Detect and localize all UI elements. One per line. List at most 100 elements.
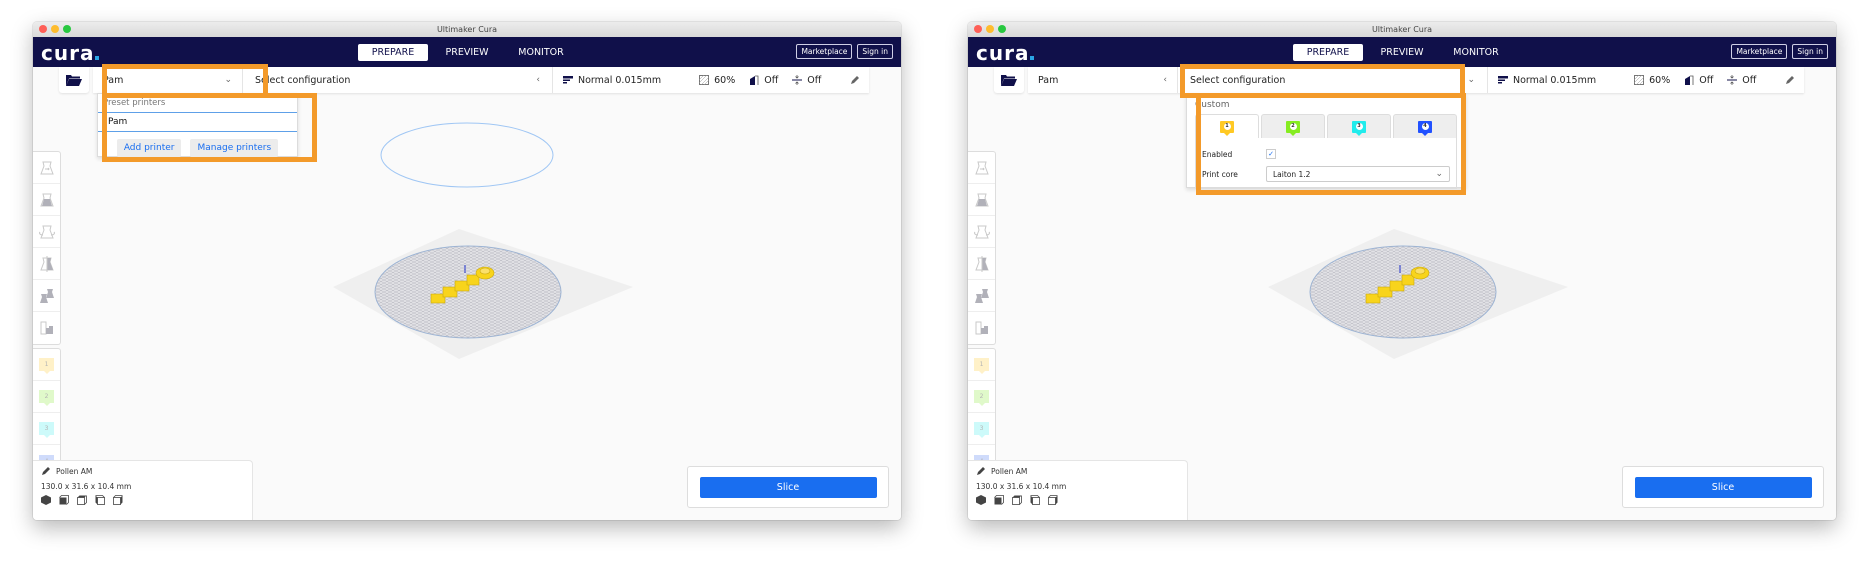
per-model-settings-tool[interactable]	[968, 280, 995, 312]
extruder-tab-4[interactable]: 4	[1393, 114, 1457, 138]
support-value: Off	[1699, 74, 1714, 86]
extruder-2-icon: 2	[1286, 120, 1300, 136]
viewport[interactable]: Pam ⌄ Select configuration ‹ Normal 0.01…	[33, 64, 901, 520]
extruder-number: 1	[1223, 123, 1231, 130]
slice-panel: Slice	[687, 466, 889, 508]
enabled-checkbox[interactable]: ✓	[1266, 149, 1276, 159]
tab-monitor[interactable]: MONITOR	[506, 44, 576, 61]
stage-tabs: PREPARE PREVIEW MONITOR	[358, 44, 580, 61]
mirror-tool[interactable]	[968, 248, 995, 280]
scale-icon	[974, 193, 989, 206]
minimize-window-button[interactable]	[51, 25, 59, 33]
left-view-icon[interactable]	[1030, 495, 1040, 505]
marketplace-button[interactable]: Marketplace	[796, 44, 853, 59]
extruder-tab-3[interactable]: 3	[1327, 114, 1391, 138]
cura-logo: cura	[976, 41, 1035, 65]
chevron-down-icon: ⌄	[1435, 169, 1443, 179]
pencil-icon	[851, 75, 859, 84]
maximize-window-button[interactable]	[63, 25, 71, 33]
print-core-select[interactable]: Laiton 1.2 ⌄	[1266, 166, 1450, 182]
3d-view-icon[interactable]	[41, 495, 51, 505]
extruder-2-button[interactable]: 2	[968, 381, 995, 413]
support-blocker-icon	[40, 321, 53, 335]
printer-selector[interactable]: Pam ⌄	[93, 67, 243, 93]
per-model-settings-tool[interactable]	[33, 280, 60, 312]
mirror-tool[interactable]	[33, 248, 60, 280]
custom-settings-button[interactable]	[850, 75, 859, 85]
marketplace-button[interactable]: Marketplace	[1731, 44, 1788, 59]
header-buttons: Marketplace Sign in	[796, 44, 893, 59]
layers-icon	[563, 76, 573, 84]
logo-text: cura	[976, 41, 1030, 65]
configuration-selector[interactable]: Select configuration ‹	[243, 67, 553, 93]
slice-button[interactable]: Slice	[699, 476, 877, 498]
printer-selector[interactable]: Pam ‹	[1028, 67, 1178, 93]
tab-preview[interactable]: PREVIEW	[432, 44, 502, 61]
configuration-popup: Custom 1 2 3 4 Enabled ✓ Print core Lait…	[1186, 93, 1466, 189]
configuration-label: Select configuration	[1190, 74, 1286, 86]
rotate-tool[interactable]	[968, 216, 995, 248]
tab-prepare[interactable]: PREPARE	[1293, 44, 1363, 61]
extruder-1-icon: 1	[1220, 120, 1234, 136]
tab-monitor[interactable]: MONITOR	[1441, 44, 1511, 61]
infill-setting: 60%	[1634, 75, 1670, 86]
slice-button[interactable]: Slice	[1634, 476, 1812, 498]
extruder-1-button[interactable]: 1	[33, 349, 60, 381]
manage-printers-button[interactable]: Manage printers	[190, 139, 279, 157]
right-view-icon[interactable]	[113, 495, 123, 505]
print-settings-selector[interactable]: Normal 0.015mm 60% Off Off	[1488, 67, 1804, 93]
title-bar: Ultimaker Cura	[33, 22, 901, 37]
front-view-icon[interactable]	[994, 495, 1004, 505]
close-window-button[interactable]	[974, 25, 982, 33]
left-view-icon[interactable]	[95, 495, 105, 505]
print-settings-selector[interactable]: Normal 0.015mm 60% Off Off	[553, 67, 869, 93]
infill-value: 60%	[1649, 74, 1671, 86]
sign-in-button[interactable]: Sign in	[1792, 44, 1828, 59]
front-view-icon[interactable]	[59, 495, 69, 505]
view-orientation-buttons	[976, 495, 1179, 505]
extruder-3-button[interactable]: 3	[33, 413, 60, 445]
move-tool[interactable]	[33, 152, 60, 184]
top-view-icon[interactable]	[1012, 495, 1022, 505]
print-core-row: Print core Laiton 1.2 ⌄	[1202, 164, 1450, 184]
custom-settings-button[interactable]	[1785, 75, 1794, 85]
rotate-icon	[38, 225, 55, 238]
minimize-window-button[interactable]	[986, 25, 994, 33]
extruder-tab-2[interactable]: 2	[1261, 114, 1325, 138]
configuration-selector[interactable]: Select configuration ⌄	[1178, 67, 1488, 93]
extruder-3-button[interactable]: 3	[968, 413, 995, 445]
window-title: Ultimaker Cura	[436, 25, 498, 34]
support-blocker-tool[interactable]	[968, 312, 995, 344]
rotate-tool[interactable]	[33, 216, 60, 248]
scale-tool[interactable]	[968, 184, 995, 216]
logo-dot	[95, 56, 100, 60]
object-name[interactable]: Pollen AM	[56, 467, 92, 476]
tab-prepare[interactable]: PREPARE	[358, 44, 428, 61]
logo-text: cura	[41, 41, 95, 65]
printer-list-item[interactable]: Pam	[98, 113, 297, 132]
open-file-button[interactable]	[59, 67, 89, 93]
extruder-1-button[interactable]: 1	[968, 349, 995, 381]
add-printer-button[interactable]: Add printer	[116, 139, 182, 157]
3d-view-icon[interactable]	[976, 495, 986, 505]
close-window-button[interactable]	[39, 25, 47, 33]
extruder-2-button[interactable]: 2	[33, 381, 60, 413]
top-view-icon[interactable]	[77, 495, 87, 505]
transform-tools	[33, 151, 61, 345]
configuration-label: Select configuration	[255, 74, 351, 86]
object-name[interactable]: Pollen AM	[991, 467, 1027, 476]
move-tool[interactable]	[968, 152, 995, 184]
configuration-mode-title: Custom	[1195, 100, 1230, 110]
open-file-button[interactable]	[994, 67, 1024, 93]
object-name-row: Pollen AM	[976, 467, 1179, 476]
scale-tool[interactable]	[33, 184, 60, 216]
support-blocker-tool[interactable]	[33, 312, 60, 344]
maximize-window-button[interactable]	[998, 25, 1006, 33]
viewport[interactable]: Pam ‹ Select configuration ⌄ Normal 0.01…	[968, 64, 1836, 520]
extruder-tab-1[interactable]: 1	[1195, 114, 1259, 138]
sign-in-button[interactable]: Sign in	[857, 44, 893, 59]
tab-preview[interactable]: PREVIEW	[1367, 44, 1437, 61]
profile-setting: Normal 0.015mm	[563, 75, 661, 86]
enabled-label: Enabled	[1202, 149, 1233, 159]
right-view-icon[interactable]	[1048, 495, 1058, 505]
